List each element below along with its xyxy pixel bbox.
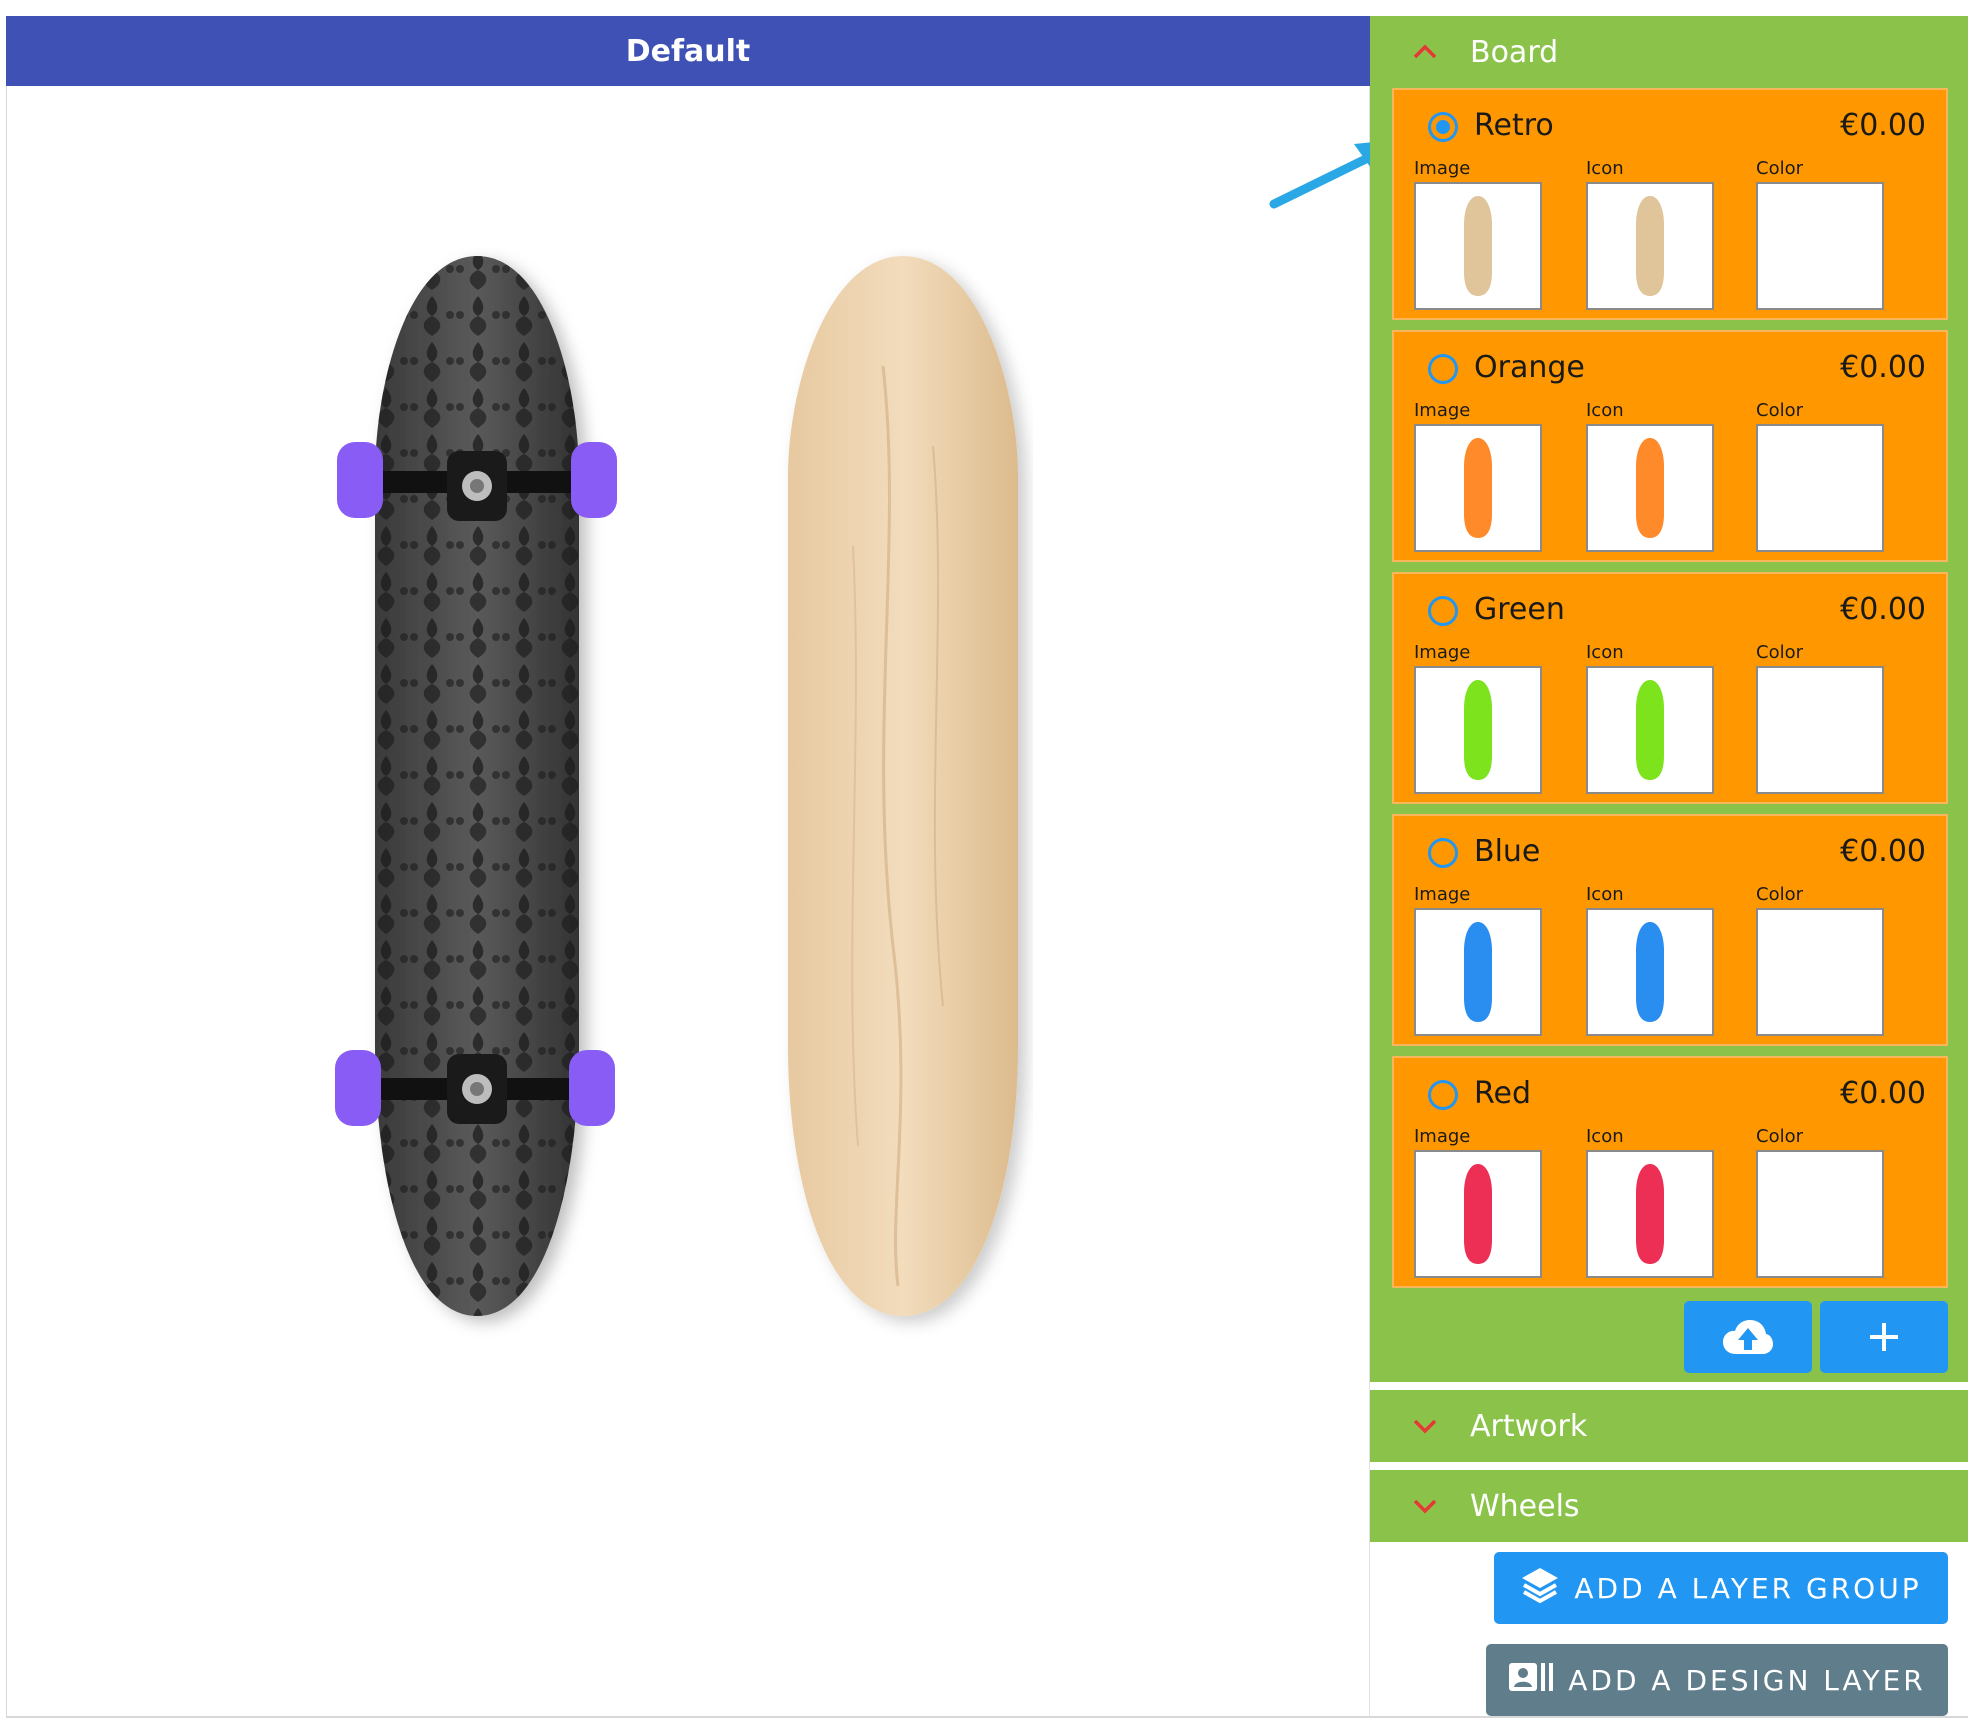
board-section-title: Board [1470, 34, 1559, 70]
board-option-card[interactable]: Retro €0.00 Image Icon Color [1392, 88, 1948, 320]
add-design-layer-button[interactable]: ADD A DESIGN LAYER [1486, 1644, 1948, 1716]
board-thumbnail-icon [1464, 680, 1492, 780]
option-color-label: Color [1756, 400, 1803, 421]
design-layer-icon [1508, 1660, 1554, 1701]
option-name: Retro [1474, 108, 1554, 143]
option-name: Blue [1474, 834, 1541, 869]
option-image-label: Image [1414, 884, 1471, 905]
board-option-card[interactable]: Orange €0.00 Image Icon Color [1392, 330, 1948, 562]
option-radio[interactable] [1428, 354, 1458, 384]
option-color-label: Color [1756, 1126, 1803, 1147]
option-icon-swatch[interactable] [1586, 424, 1714, 552]
option-price: €0.00 [1840, 350, 1926, 385]
upload-button[interactable] [1684, 1301, 1812, 1373]
option-color-swatch[interactable] [1756, 666, 1884, 794]
board-section: Board Retro €0.00 Image Icon Color Orange €0.0… [1370, 16, 1968, 1382]
preview-title: Default [625, 33, 751, 69]
option-name: Orange [1474, 350, 1585, 385]
board-thumbnail-icon [1464, 922, 1492, 1022]
wheels-section: Wheels [1370, 1470, 1968, 1542]
board-thumbnail-icon [1636, 438, 1664, 538]
chevron-up-icon [1412, 39, 1438, 65]
option-image-label: Image [1414, 1126, 1471, 1147]
option-image-label: Image [1414, 642, 1471, 663]
layers-sidebar: Board Retro €0.00 Image Icon Color Orange €0.0… [1370, 16, 1968, 1718]
option-icon-swatch[interactable] [1586, 908, 1714, 1036]
wheels-section-header[interactable]: Wheels [1370, 1470, 1968, 1542]
layers-icon [1520, 1565, 1560, 1612]
option-image-label: Image [1414, 158, 1471, 179]
option-color-label: Color [1756, 884, 1803, 905]
board-thumbnail-icon [1464, 1164, 1492, 1264]
option-icon-swatch[interactable] [1586, 182, 1714, 310]
option-radio[interactable] [1428, 1080, 1458, 1110]
option-color-swatch[interactable] [1756, 182, 1884, 310]
option-name: Green [1474, 592, 1565, 627]
board-option-card[interactable]: Green €0.00 Image Icon Color [1392, 572, 1948, 804]
board-thumbnail-icon [1636, 196, 1664, 296]
option-image-swatch[interactable] [1414, 1150, 1542, 1278]
option-color-label: Color [1756, 158, 1803, 179]
add-layer-group-label: ADD A LAYER GROUP [1574, 1571, 1922, 1605]
option-image-swatch[interactable] [1414, 666, 1542, 794]
add-option-button[interactable] [1820, 1301, 1948, 1373]
option-color-swatch[interactable] [1756, 908, 1884, 1036]
chevron-down-icon [1412, 1493, 1438, 1519]
cloud-upload-icon [1723, 1320, 1773, 1354]
artwork-section-header[interactable]: Artwork [1370, 1390, 1968, 1462]
plus-icon [1870, 1323, 1898, 1351]
option-icon-swatch[interactable] [1586, 1150, 1714, 1278]
option-radio[interactable] [1428, 838, 1458, 868]
chevron-down-icon [1412, 1413, 1438, 1439]
add-design-layer-label: ADD A DESIGN LAYER [1568, 1663, 1926, 1697]
board-option-card[interactable]: Blue €0.00 Image Icon Color [1392, 814, 1948, 1046]
option-icon-label: Icon [1586, 1126, 1624, 1147]
artwork-section-title: Artwork [1470, 1408, 1588, 1444]
option-price: €0.00 [1840, 592, 1926, 627]
option-name: Red [1474, 1076, 1531, 1111]
board-option-card[interactable]: Red €0.00 Image Icon Color [1392, 1056, 1948, 1288]
option-price: €0.00 [1840, 1076, 1926, 1111]
add-layer-group-button[interactable]: ADD A LAYER GROUP [1494, 1552, 1948, 1624]
blank-deck-preview [788, 256, 1018, 1316]
option-color-swatch[interactable] [1756, 424, 1884, 552]
option-icon-swatch[interactable] [1586, 666, 1714, 794]
option-color-label: Color [1756, 642, 1803, 663]
board-thumbnail-icon [1464, 196, 1492, 296]
skateboard-preview [335, 256, 617, 1316]
wheels-section-title: Wheels [1470, 1488, 1580, 1524]
option-image-label: Image [1414, 400, 1471, 421]
option-radio[interactable] [1428, 596, 1458, 626]
board-section-header[interactable]: Board [1370, 16, 1968, 88]
option-icon-label: Icon [1586, 158, 1624, 179]
preview-title-bar: Default [6, 16, 1370, 86]
option-price: €0.00 [1840, 834, 1926, 869]
board-thumbnail-icon [1464, 438, 1492, 538]
option-image-swatch[interactable] [1414, 908, 1542, 1036]
option-icon-label: Icon [1586, 884, 1624, 905]
option-color-swatch[interactable] [1756, 1150, 1884, 1278]
option-image-swatch[interactable] [1414, 424, 1542, 552]
option-icon-label: Icon [1586, 642, 1624, 663]
option-image-swatch[interactable] [1414, 182, 1542, 310]
board-thumbnail-icon [1636, 922, 1664, 1022]
option-icon-label: Icon [1586, 400, 1624, 421]
option-price: €0.00 [1840, 108, 1926, 143]
preview-canvas [7, 86, 1394, 1716]
artwork-section: Artwork [1370, 1390, 1968, 1462]
board-thumbnail-icon [1636, 680, 1664, 780]
board-thumbnail-icon [1636, 1164, 1664, 1264]
option-radio[interactable] [1428, 112, 1458, 142]
